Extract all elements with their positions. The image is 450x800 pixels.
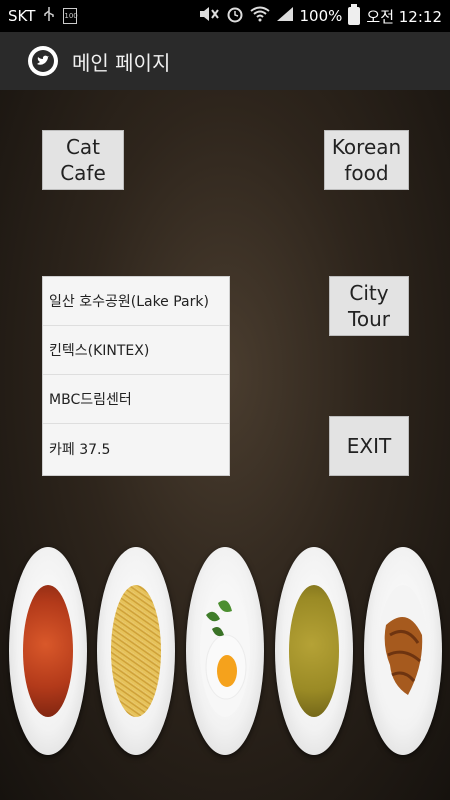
dish-fried-egg[interactable] [186,547,264,755]
place-list[interactable]: 일산 호수공원(Lake Park) 킨텍스(KINTEX) MBC드림센터 카… [42,276,230,476]
spaghetti-food-image [111,585,161,717]
city-tour-button[interactable]: City Tour [329,276,409,336]
cat-cafe-label: Cat Cafe [60,135,106,185]
dish-croissant[interactable] [364,547,442,755]
dish-spaghetti[interactable] [97,547,175,755]
curry-food-image [289,585,339,717]
exit-label: EXIT [346,434,392,458]
page-title: 메인 페이지 [72,50,171,75]
dish-curry-soup[interactable] [275,547,353,755]
battery-icon [348,4,361,25]
exit-button[interactable]: EXIT [329,416,409,476]
status-bar: SKT 100 100% 오전 12:12 [0,0,450,32]
cat-cafe-button[interactable]: Cat Cafe [42,130,124,190]
carrier-label: SKT [8,7,36,25]
korean-food-button[interactable]: Korean food [324,130,409,190]
main-content: Cat Cafe Korean food City Tour EXIT 일산 호… [0,90,450,800]
croissant-food-image [378,585,428,717]
battery-percent: 100% [299,7,343,25]
mute-icon [198,6,220,26]
fried-egg-food-image [200,585,250,717]
list-item[interactable]: 킨텍스(KINTEX) [43,326,229,375]
list-item[interactable]: MBC드림센터 [43,375,229,424]
twitter-bird-icon[interactable] [28,46,58,76]
korean-food-label: Korean food [331,135,402,185]
signal-icon [276,6,294,26]
clock: 오전 12:12 [366,7,442,26]
city-tour-label: City Tour [348,281,390,331]
action-bar: 메인 페이지 [0,32,450,92]
soup-food-image [23,585,73,717]
list-item[interactable]: 일산 호수공원(Lake Park) [43,277,229,326]
wifi-icon [249,6,270,26]
alarm-icon [226,5,244,27]
dish-tomato-seafood-soup[interactable] [9,547,87,755]
battery-small-icon: 100 [63,8,78,24]
usb-icon [43,6,55,26]
list-item[interactable]: 카페 37.5 [43,424,229,473]
